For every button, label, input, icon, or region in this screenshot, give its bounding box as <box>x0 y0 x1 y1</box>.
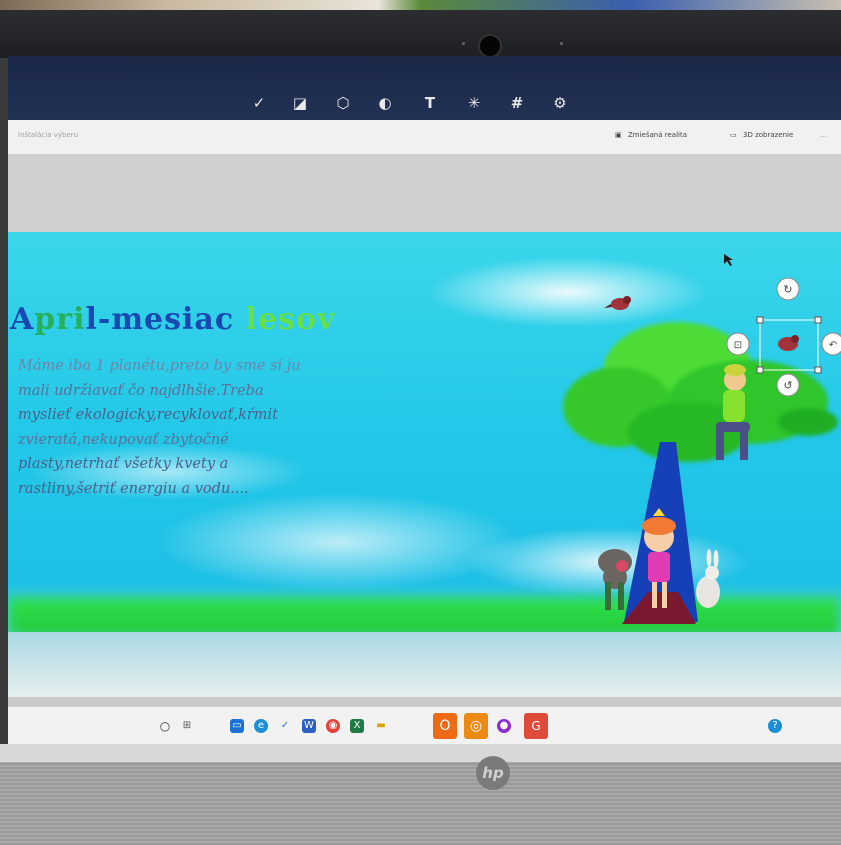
paint3d-subbar: Inštalácia výberu ▣ Zmiešaná realita ▭ 3… <box>8 120 841 155</box>
2d-shapes-icon[interactable]: ◪ <box>291 94 309 112</box>
bezel-sensor <box>462 42 465 45</box>
task-view-icon[interactable]: ⊞ <box>180 719 194 733</box>
view3d-button[interactable]: 3D zobrazenie <box>743 131 793 139</box>
windows-taskbar: ○ ⊞ ▭ e ✓ W ◉ X ▬ O ◎ ● G ? <box>8 706 841 744</box>
canvas-icon[interactable]: # <box>508 94 526 112</box>
3d-library-icon[interactable]: ⚙ <box>551 94 569 112</box>
help-icon[interactable]: ? <box>768 719 782 733</box>
selection-label: Inštalácia výberu <box>18 131 79 139</box>
bezel-sensor <box>560 42 563 45</box>
rotate-x-handle[interactable]: ↶ <box>821 332 841 356</box>
chrome-icon[interactable]: ◉ <box>326 719 340 733</box>
bunny-character <box>696 549 720 608</box>
word-icon[interactable]: W <box>302 719 316 733</box>
bird-icon[interactable] <box>604 296 631 310</box>
lock-handle[interactable]: ⊡ <box>726 332 750 356</box>
search-icon[interactable]: ○ <box>158 719 172 733</box>
monitor-top-bezel <box>0 10 841 58</box>
opera-gx-icon[interactable]: ◎ <box>464 713 488 739</box>
file-explorer-icon[interactable]: ▬ <box>374 719 388 733</box>
monitor-screen: ✓ ◪ ⬡ ◐ T ✳ # ⚙ Inštalácia výberu ▣ Zmie… <box>8 56 841 744</box>
stickers-icon[interactable]: ◐ <box>376 94 394 112</box>
google-app-icon[interactable]: G <box>524 713 548 739</box>
mixed-reality-icon[interactable]: ▣ <box>615 131 622 139</box>
webcam <box>478 34 502 58</box>
svg-text:↺: ↺ <box>783 379 792 392</box>
svg-text:↻: ↻ <box>783 283 792 296</box>
mixed-reality-button[interactable]: Zmiešaná realita <box>628 131 687 139</box>
more-button[interactable]: ... <box>820 131 827 139</box>
hp-logo: hp <box>476 756 510 790</box>
rotate-y-handle[interactable]: ↺ <box>776 373 800 397</box>
effects-icon[interactable]: ✳ <box>465 94 483 112</box>
dog-character <box>598 549 632 610</box>
brush-icon[interactable]: ✓ <box>250 94 268 112</box>
workspace-background <box>8 154 841 232</box>
text-icon[interactable]: T <box>421 94 439 112</box>
edge-icon[interactable]: e <box>254 719 268 733</box>
rotate-z-handle[interactable]: ↻ <box>776 277 800 301</box>
paint-canvas[interactable]: April-mesiac lesov Máme iba 1 planétu,pr… <box>8 232 841 697</box>
view3d-icon[interactable]: ▭ <box>730 131 737 139</box>
paint3d-icon[interactable]: ✓ <box>278 719 292 733</box>
svg-text:⊡: ⊡ <box>734 340 742 351</box>
monitor-chin-edge <box>0 744 841 762</box>
taskbar-app-icon[interactable]: ▭ <box>230 719 244 733</box>
3d-shapes-icon[interactable]: ⬡ <box>334 94 352 112</box>
svg-text:↶: ↶ <box>829 340 837 351</box>
opera-icon[interactable]: O <box>433 713 457 739</box>
app-icon[interactable]: ● <box>497 719 511 733</box>
excel-icon[interactable]: X <box>350 719 364 733</box>
mouse-cursor-icon <box>724 254 733 266</box>
scene-illustration: ↻ ↺ ⊡ ↶ <box>563 254 841 624</box>
paint3d-toolbar: ✓ ◪ ⬡ ◐ T ✳ # ⚙ <box>8 56 841 120</box>
